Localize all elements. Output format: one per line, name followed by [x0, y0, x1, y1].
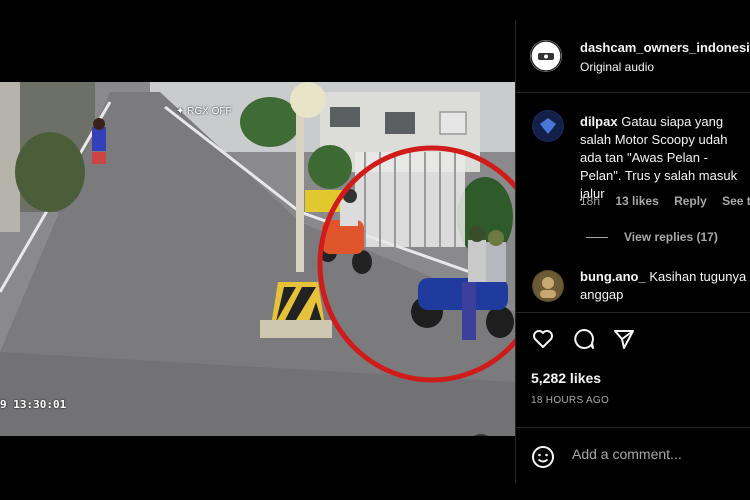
top-bar	[0, 0, 750, 20]
profile-photo-icon	[533, 271, 563, 301]
comment-username[interactable]: dilpax	[580, 114, 618, 129]
comment-text: dilpax Gatau siapa yang salah Motor Scoo…	[580, 113, 750, 203]
commenter-avatar[interactable]	[532, 110, 564, 142]
heart-icon[interactable]	[531, 327, 555, 351]
commenter-avatar[interactable]	[532, 270, 564, 302]
post-time: 18 HOURS AGO	[531, 395, 610, 406]
video-frame[interactable]: ✦ RGX OFF 9 13:30:01	[0, 82, 515, 436]
view-replies-button[interactable]: View replies (17)	[586, 230, 718, 244]
dashcam-scene	[0, 82, 515, 436]
bottom-bar	[0, 483, 750, 500]
comment-username[interactable]: bung.ano_	[580, 269, 646, 284]
post-header: dashcam_owners_indonesia Original audio	[516, 20, 750, 93]
likes-count[interactable]: 5,282 likes	[531, 370, 601, 386]
reply-button[interactable]: Reply	[674, 194, 707, 208]
post-side-panel: dashcam_owners_indonesia Original audio …	[515, 20, 750, 483]
author-avatar[interactable]	[530, 40, 562, 72]
comment-meta: 18h 13 likes Reply See transl	[580, 194, 750, 208]
author-username[interactable]: dashcam_owners_indonesia	[580, 40, 750, 55]
speaker-muted-icon	[467, 434, 481, 436]
sparkle-icon: ✦	[176, 106, 188, 117]
video-area[interactable]: ✦ RGX OFF 9 13:30:01	[0, 20, 515, 483]
dashcam-logo-icon	[530, 40, 562, 72]
comment-text: bung.ano_ Kasihan tugunya anggap	[580, 268, 750, 304]
comment-composer: Add a comment...	[516, 427, 750, 483]
badge-avatar-icon	[533, 111, 563, 141]
video-timestamp: 9 13:30:01	[0, 398, 67, 411]
rgx-label: ✦ RGX OFF	[176, 106, 232, 117]
audio-label[interactable]: Original audio	[580, 60, 654, 74]
post-actions: 5,282 likes 18 HOURS AGO	[516, 312, 750, 443]
share-send-icon[interactable]	[612, 327, 636, 351]
reply-line-divider	[586, 237, 608, 239]
see-translation-button[interactable]: See transl	[722, 194, 750, 208]
comment-input[interactable]: Add a comment...	[572, 446, 682, 462]
comment-bubble-icon[interactable]	[572, 327, 596, 351]
comment-likes[interactable]: 13 likes	[615, 194, 658, 208]
comment-age: 18h	[580, 194, 601, 208]
emoji-icon[interactable]	[531, 445, 555, 469]
